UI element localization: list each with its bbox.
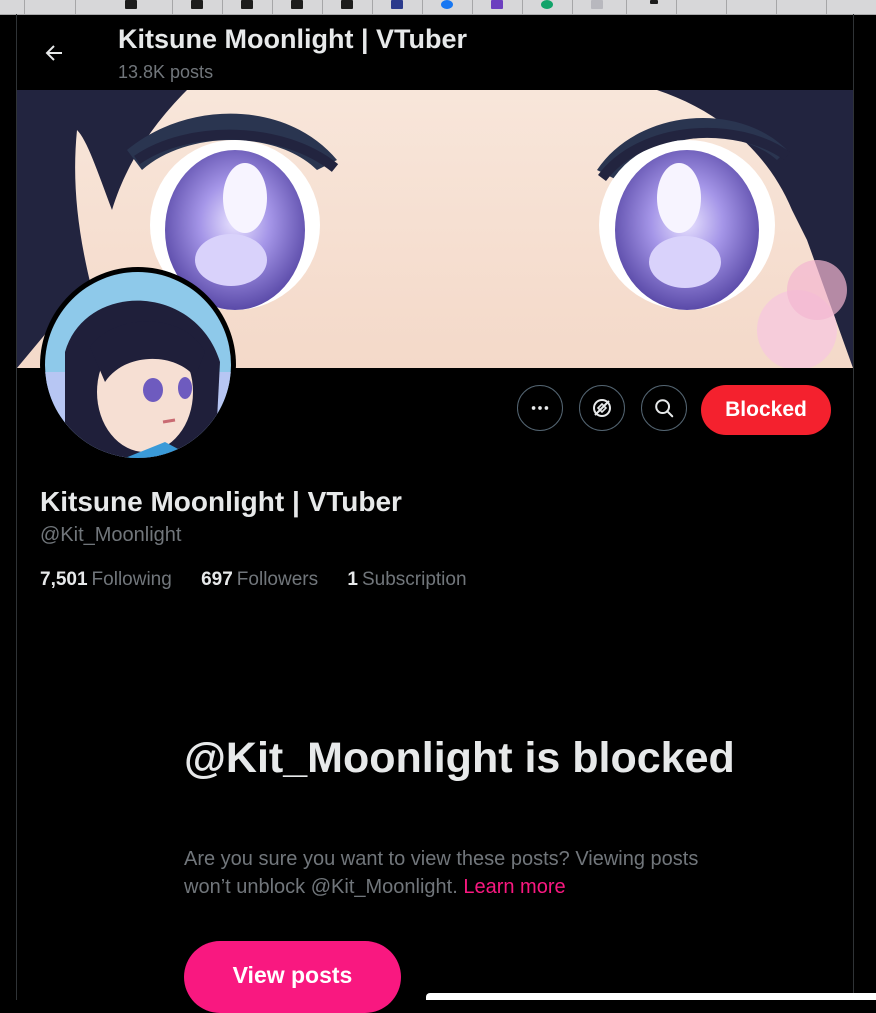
tab-separator — [826, 0, 827, 14]
learn-more-link[interactable]: Learn more — [463, 876, 565, 898]
browser-tab[interactable] — [241, 0, 253, 9]
tab-separator — [422, 0, 423, 14]
blocked-button[interactable]: Blocked — [701, 385, 831, 435]
avatar-artwork — [45, 272, 231, 458]
tab-separator — [626, 0, 627, 14]
view-posts-button[interactable]: View posts — [184, 941, 401, 1013]
browser-tab[interactable] — [591, 0, 603, 9]
browser-tab[interactable] — [125, 0, 137, 9]
browser-tab[interactable] — [650, 0, 658, 4]
avatar-image — [45, 272, 231, 458]
back-button[interactable] — [34, 33, 74, 73]
stat-value: 7,501 — [40, 569, 88, 590]
blocked-notice-text: Are you sure you want to view these post… — [184, 848, 699, 898]
browser-tab[interactable] — [291, 0, 303, 9]
tab-separator — [726, 0, 727, 14]
stat-label: Followers — [236, 569, 319, 590]
scrollbar[interactable] — [426, 993, 876, 1000]
column-border — [853, 14, 854, 1000]
tab-separator — [272, 0, 273, 14]
browser-tab[interactable] — [341, 0, 353, 9]
browser-tab-strip — [0, 0, 876, 15]
tab-separator — [676, 0, 677, 14]
more-icon — [531, 406, 549, 410]
more-button[interactable] — [517, 385, 563, 431]
browser-tab[interactable] — [491, 0, 503, 9]
stat-label: Following — [91, 569, 172, 590]
tab-separator — [522, 0, 523, 14]
header-title: Kitsune Moonlight | VTuber — [118, 24, 468, 54]
tab-separator — [322, 0, 323, 14]
stat-label: Subscription — [361, 569, 467, 590]
tab-separator — [75, 0, 76, 14]
search-button[interactable] — [641, 385, 687, 431]
tab-separator — [172, 0, 173, 14]
subscriptions-stat[interactable]: 1 Subscription — [347, 569, 466, 591]
profile-avatar[interactable] — [40, 267, 236, 463]
profile-display-name: Kitsune Moonlight | VTuber — [40, 486, 402, 517]
stat-value: 697 — [201, 569, 233, 590]
tab-separator — [24, 0, 25, 14]
browser-tab[interactable] — [391, 0, 403, 9]
profile-stats: 7,501 Following 697 Followers 1 Subscriptio… — [40, 569, 491, 591]
subscription-icon — [593, 399, 611, 417]
subscription-button[interactable] — [579, 385, 625, 431]
blocked-notice-title: @Kit_Moonlight is blocked — [184, 734, 735, 782]
browser-tab[interactable] — [441, 0, 453, 9]
tab-separator — [572, 0, 573, 14]
back-arrow-icon — [45, 45, 62, 61]
tab-separator — [222, 0, 223, 14]
profile-handle: @Kit_Moonlight — [40, 524, 182, 546]
header-posts-count: 13.8K posts — [118, 62, 214, 82]
tab-separator — [472, 0, 473, 14]
blocked-notice-description: Are you sure you want to view these post… — [184, 845, 704, 901]
tab-separator — [776, 0, 777, 14]
browser-tab[interactable] — [541, 0, 553, 9]
stat-value: 1 — [347, 569, 358, 590]
browser-tab[interactable] — [191, 0, 203, 9]
followers-stat[interactable]: 697 Followers — [201, 569, 318, 591]
tab-separator — [372, 0, 373, 14]
following-stat[interactable]: 7,501 Following — [40, 569, 172, 591]
search-icon — [655, 399, 674, 418]
